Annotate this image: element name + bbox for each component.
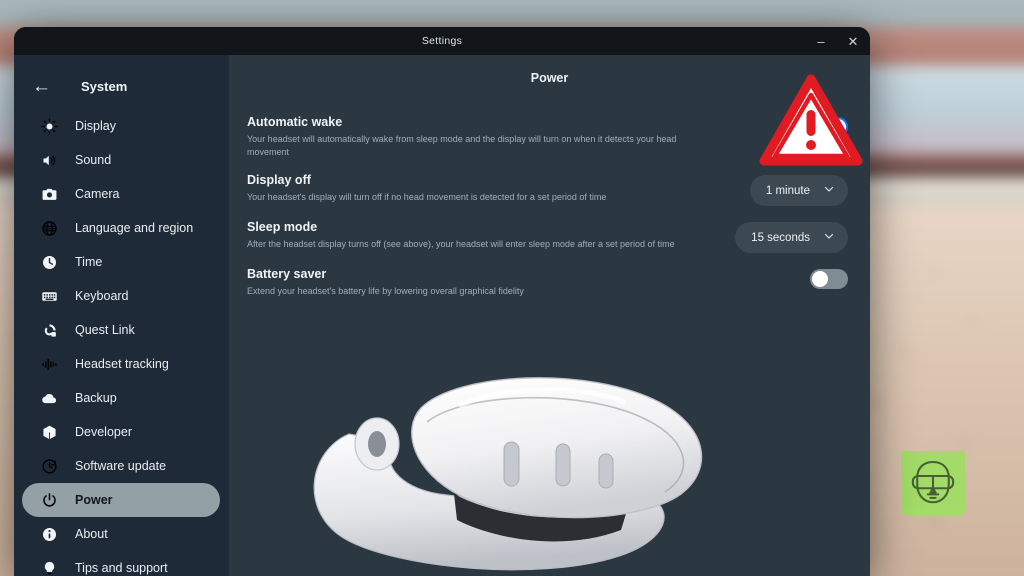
dropdown-value: 15 seconds — [751, 231, 810, 244]
sidebar-item-label: Backup — [75, 391, 117, 405]
sidebar-item-power[interactable]: Power — [22, 483, 220, 517]
setting-control: 15 seconds — [735, 220, 848, 254]
speaker-icon — [40, 151, 59, 170]
setting-name: Display off — [247, 173, 311, 188]
setting-name: Sleep mode — [247, 220, 318, 235]
sidebar: ← System Display Sound Camera Language and … — [14, 55, 229, 576]
sidebar-item-keyboard[interactable]: Keyboard — [22, 279, 220, 313]
warning-triangle-icon — [759, 73, 863, 167]
sidebar-item-label: Time — [75, 255, 103, 269]
sidebar-item-time[interactable]: Time — [22, 245, 220, 279]
sidebar-item-label: Developer — [75, 425, 132, 439]
keyboard-icon — [40, 287, 59, 306]
setting-description: Extend your headset's battery life by lo… — [247, 286, 524, 297]
cube-icon — [40, 423, 59, 442]
sidebar-item-backup[interactable]: Backup — [22, 381, 220, 415]
setting-text: Display off Your headset's display will t… — [247, 173, 750, 204]
page-title: Power — [530, 71, 569, 85]
sidebar-item-label: Keyboard — [75, 289, 129, 303]
waveform-icon — [40, 355, 59, 374]
setting-description: After the headset display turns off (see… — [247, 239, 675, 250]
sidebar-item-label: Software update — [75, 459, 167, 473]
sidebar-item-language-and-region[interactable]: Language and region — [22, 211, 220, 245]
main-content: Power Automatic wake Your headset will au… — [229, 55, 870, 576]
setting-description: Your headset will automatically wake fro… — [247, 134, 677, 158]
sidebar-header: ← System — [14, 63, 229, 109]
window-titlebar: Settings – ✕ — [14, 27, 870, 55]
sidebar-item-tips-and-support[interactable]: Tips and support — [22, 551, 220, 576]
setting-row-display-off: Display off Your headset's display will t… — [229, 173, 870, 207]
sidebar-item-camera[interactable]: Camera — [22, 177, 220, 211]
sidebar-item-software-update[interactable]: Software update — [22, 449, 220, 483]
sidebar-item-label: Display — [75, 119, 116, 133]
sidebar-item-about[interactable]: About — [22, 517, 220, 551]
chevron-down-icon — [823, 230, 835, 245]
setting-name: Battery saver — [247, 267, 327, 282]
info-icon — [40, 525, 59, 544]
setting-text: Sleep mode After the headset display turn… — [247, 220, 735, 251]
setting-row-battery-saver: Battery saver Extend your headset's batte… — [229, 267, 870, 298]
sidebar-nav-list: Display Sound Camera Language and region Tim… — [14, 109, 229, 576]
setting-control: 1 minute — [749, 173, 848, 207]
sidebar-item-headset-tracking[interactable]: Headset tracking — [22, 347, 220, 381]
sidebar-item-quest-link[interactable]: Quest Link — [22, 313, 220, 347]
sidebar-item-sound[interactable]: Sound — [22, 143, 220, 177]
dropdown-display-off[interactable]: 1 minute — [749, 175, 848, 207]
quest-link-icon — [40, 321, 59, 340]
setting-description: Your headset's display will turn off if … — [247, 192, 607, 203]
power-icon — [40, 491, 59, 510]
camera-icon — [40, 185, 59, 204]
setting-name: Automatic wake — [247, 115, 343, 129]
sidebar-item-label: About — [75, 527, 108, 541]
back-arrow-icon[interactable]: ← — [32, 77, 51, 96]
window-title: Settings — [421, 35, 463, 47]
cloud-icon — [40, 389, 59, 408]
vr-headset-illustration — [289, 344, 749, 576]
dropdown-sleep-mode[interactable]: 15 seconds — [735, 222, 848, 254]
setting-text: Automatic wake Your headset will automati… — [247, 115, 810, 159]
sidebar-item-display[interactable]: Display — [22, 109, 220, 143]
sidebar-item-label: Tips and support — [75, 561, 168, 575]
toggle-battery-saver[interactable] — [810, 269, 848, 290]
setting-row-sleep-mode: Sleep mode After the headset display turn… — [229, 220, 870, 254]
lightbulb-icon — [40, 559, 59, 576]
vr-user-logo-icon — [901, 451, 965, 515]
sidebar-item-label: Language and region — [75, 221, 194, 235]
sidebar-item-label: Power — [75, 493, 113, 507]
close-button[interactable]: ✕ — [846, 35, 860, 48]
brightness-icon — [40, 117, 59, 136]
sidebar-item-label: Sound — [75, 153, 112, 167]
globe-icon — [40, 219, 59, 238]
update-icon — [40, 457, 59, 476]
settings-window: Settings – ✕ ← System Display Sound Camera… — [14, 27, 870, 576]
setting-text: Battery saver Extend your headset's batte… — [247, 267, 810, 298]
sidebar-item-label: Quest Link — [75, 323, 135, 337]
sidebar-item-label: Camera — [75, 187, 120, 201]
dropdown-value: 1 minute — [765, 184, 810, 197]
clock-icon — [40, 253, 59, 272]
toggle-knob — [812, 271, 828, 288]
setting-control — [810, 267, 848, 290]
chevron-down-icon — [823, 183, 835, 198]
sidebar-title: System — [81, 78, 128, 94]
sidebar-item-label: Headset tracking — [75, 357, 169, 371]
sidebar-item-developer[interactable]: Developer — [22, 415, 220, 449]
minimize-button[interactable]: – — [814, 35, 828, 48]
